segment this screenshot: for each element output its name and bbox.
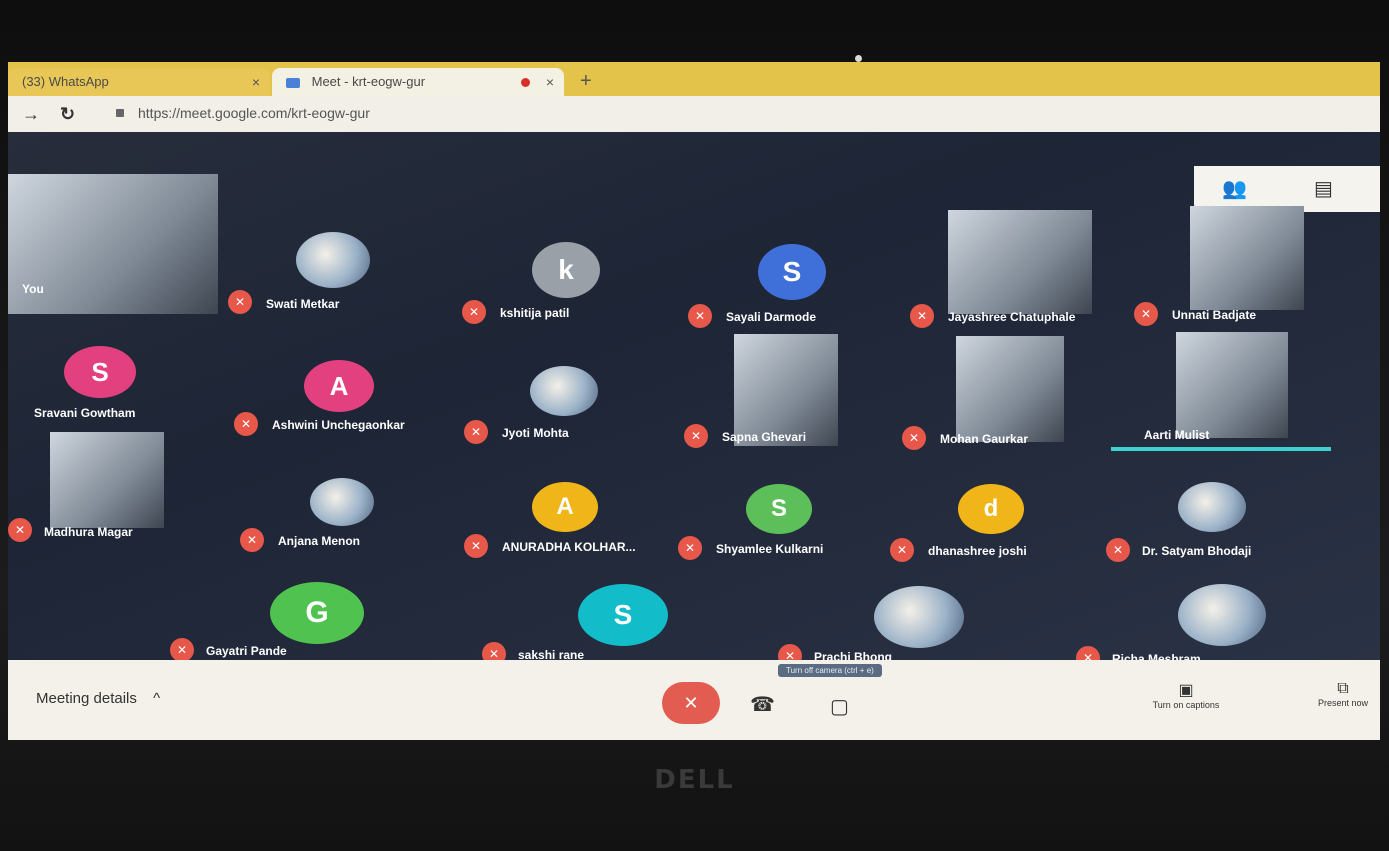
participant-avatar [1178, 584, 1266, 646]
camera-tooltip: Turn off camera (ctrl + e) [778, 664, 882, 677]
participant-video [948, 210, 1092, 314]
participant-name: kshitija patil [500, 306, 570, 320]
mic-off-icon: ✕ [462, 300, 486, 324]
participant-avatar: A [532, 482, 598, 532]
present-label: Present now [1317, 698, 1369, 708]
close-icon[interactable]: × [546, 68, 554, 96]
mic-off-icon: ✕ [234, 412, 258, 436]
participant-avatar [530, 366, 598, 416]
mic-off-icon: ✕ [1106, 538, 1130, 562]
mic-off-icon: ✕ [240, 528, 264, 552]
participant-avatar: A [304, 360, 374, 412]
participant-avatar: S [578, 584, 668, 646]
close-icon[interactable]: × [252, 68, 260, 96]
forward-icon[interactable]: → [22, 104, 40, 125]
chevron-up-icon: ^ [153, 690, 161, 707]
meeting-details-button[interactable]: Meeting details ^ [36, 690, 160, 707]
mic-off-icon: ✕ [228, 290, 252, 314]
captions-label: Turn on captions [1152, 700, 1220, 710]
participant-avatar: S [746, 484, 812, 534]
recording-dot-icon [521, 78, 530, 87]
laptop-screen: (33) WhatsApp × Meet - krt-eogw-gur × + … [8, 62, 1380, 740]
participant-name: dhanashree joshi [928, 544, 1027, 558]
meet-icon [286, 77, 300, 88]
mic-toggle-button[interactable]: ✕ [662, 682, 720, 724]
participant-name: Sapna Ghevari [722, 430, 807, 444]
participant-name: Sayali Darmode [726, 310, 817, 324]
participant-avatar: d [958, 484, 1024, 534]
participant-name: Gayatri Pande [206, 644, 287, 658]
lock-icon [116, 109, 124, 117]
laptop-brand-logo: DELL [654, 765, 735, 795]
participant-video [50, 432, 164, 528]
participant-name: Swati Metkar [266, 297, 340, 311]
participant-avatar [310, 478, 374, 526]
participant-name: Anjana Menon [278, 534, 361, 548]
meeting-control-bar: Turn off camera (ctrl + e) Meeting detai… [8, 660, 1380, 740]
address-bar: → ↻ https://meet.google.com/krt-eogw-gur [8, 96, 1380, 132]
tab-whatsapp[interactable]: (33) WhatsApp × [8, 68, 270, 96]
tab-whatsapp-label: (33) WhatsApp [22, 74, 109, 89]
mic-off-icon: ✕ [678, 536, 702, 560]
participant-name: Dr. Satyam Bhodaji [1142, 544, 1252, 558]
mic-off-icon: ✕ [890, 538, 914, 562]
hang-up-button[interactable]: ☎ [750, 692, 775, 717]
participant-video [1190, 206, 1304, 310]
participant-video [956, 336, 1064, 442]
mic-off-icon: ✕ [910, 304, 934, 328]
mic-off-icon: ✕ [1134, 302, 1158, 326]
mic-off-icon: ✕ [170, 638, 194, 662]
speaking-indicator [1111, 447, 1331, 451]
mic-off-icon: ✕ [464, 534, 488, 558]
mic-off-icon: ✕ [684, 424, 708, 448]
participant-name: Jyoti Mohta [502, 426, 569, 440]
mic-off-icon: ✕ [688, 304, 712, 328]
people-icon[interactable]: 👥 [1222, 176, 1247, 201]
participant-name: Mohan Gaurkar [940, 432, 1029, 446]
mic-off-icon: ✕ [902, 426, 926, 450]
mic-off-icon: ✕ [464, 420, 488, 444]
participant-avatar: k [532, 242, 600, 298]
reload-icon[interactable]: ↻ [60, 104, 75, 125]
participant-name: Unnati Badjate [1172, 308, 1257, 322]
camera-toggle-button[interactable]: ▢ [830, 694, 849, 719]
participant-avatar: S [758, 244, 826, 300]
participant-name: Aarti Mulist [1144, 428, 1210, 442]
participant-name: Madhura Magar [44, 525, 133, 539]
participant-video [1176, 332, 1288, 438]
mic-off-icon: ✕ [8, 518, 32, 542]
url-field[interactable]: https://meet.google.com/krt-eogw-gur [138, 105, 370, 121]
participant-name: ANURADHA KOLHAR... [502, 540, 636, 554]
present-icon: ⧉ [1337, 680, 1349, 697]
browser-tab-bar: (33) WhatsApp × Meet - krt-eogw-gur × + [8, 62, 1380, 96]
participant-name: You [22, 282, 44, 296]
participant-name: Ashwini Unchegaonkar [272, 418, 405, 432]
participant-avatar: S [64, 346, 136, 398]
participant-avatar [296, 232, 370, 288]
participant-name: Jayashree Chatuphale [948, 310, 1076, 324]
tab-meet-label: Meet - krt-eogw-gur [311, 74, 426, 89]
participant-name: Shyamlee Kulkarni [716, 542, 824, 556]
captions-icon: ▣ [1178, 682, 1194, 699]
participant-avatar [874, 586, 964, 648]
participant-avatar: G [270, 582, 364, 644]
participant-name: Sravani Gowtham [34, 406, 136, 420]
tab-meet[interactable]: Meet - krt-eogw-gur × [272, 68, 564, 96]
webcam-light [855, 55, 862, 62]
meeting-details-label: Meeting details [36, 690, 137, 707]
captions-button[interactable]: ▣ Turn on captions [1126, 680, 1246, 710]
participant-avatar [1178, 482, 1246, 532]
chat-icon[interactable]: ▤ [1314, 176, 1333, 201]
new-tab-button[interactable]: + [580, 68, 592, 94]
present-button[interactable]: ⧉ Present now [1308, 680, 1378, 708]
